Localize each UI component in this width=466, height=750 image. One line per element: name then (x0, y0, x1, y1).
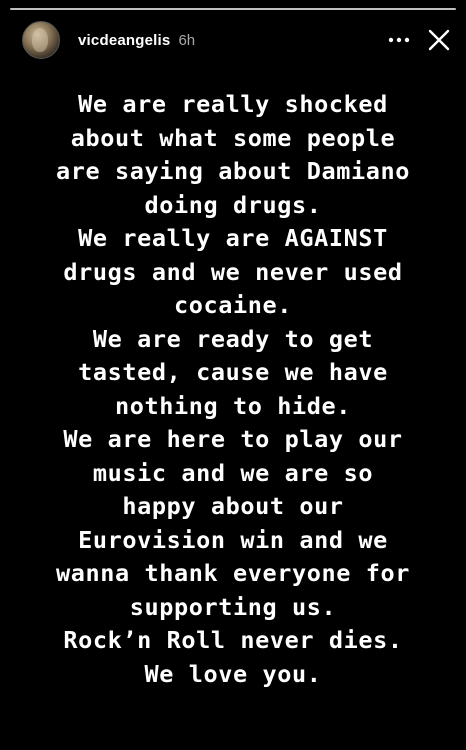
username[interactable]: vicdeangelis (78, 32, 170, 49)
story-progress-bar (10, 8, 456, 10)
story-progress-segment (10, 8, 456, 10)
more-options-button[interactable] (384, 25, 414, 55)
avatar[interactable] (22, 21, 60, 59)
close-icon (428, 29, 450, 51)
close-button[interactable] (424, 25, 454, 55)
story-text: We are really shocked about what some pe… (56, 90, 410, 688)
story-header: vicdeangelis 6h (22, 20, 454, 60)
more-horizontal-icon (388, 37, 410, 43)
timestamp: 6h (178, 31, 196, 49)
